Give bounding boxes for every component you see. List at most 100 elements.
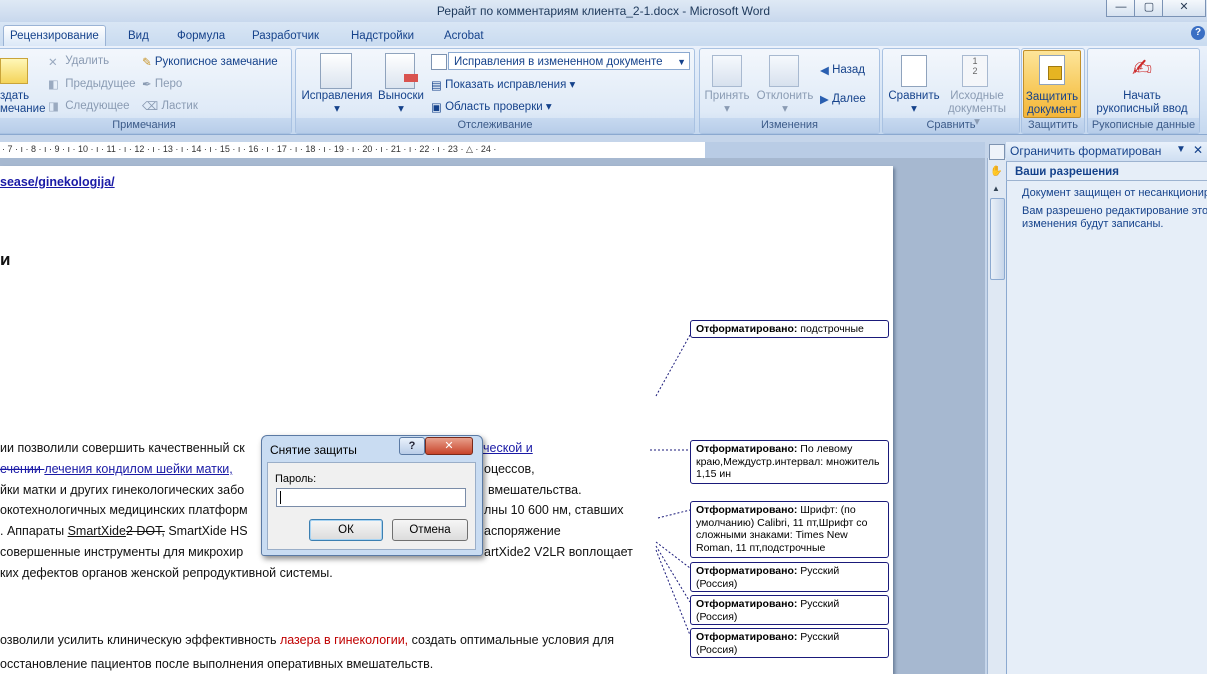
chevron-down-icon: ▼ <box>677 57 686 67</box>
scroll-thumb[interactable] <box>990 198 1005 280</box>
reviewing-pane-button[interactable]: ▣ Область проверки ▾ <box>431 99 552 114</box>
track-changes-icon <box>320 53 352 89</box>
group-protect-label: Защитить <box>1022 118 1084 133</box>
prev-comment-button[interactable]: ◧ Предыдущее <box>48 77 136 91</box>
arrow-right-icon: ▶ <box>820 94 829 106</box>
group-comments-label: Примечания <box>0 118 291 133</box>
tab-acrobat[interactable]: Acrobat <box>438 26 490 46</box>
doc-line-4-end: лны 10 600 нм, ставших <box>484 503 624 517</box>
pane-header: Ограничить форматирован ▼ ✕ <box>1006 142 1207 162</box>
doc-line-3: йки матки и других гинекологических забо <box>0 483 245 497</box>
hand-icon[interactable]: ✋ <box>990 166 1002 178</box>
previous-change-button[interactable]: ◀ Назад <box>820 63 865 77</box>
accept-icon <box>712 55 742 87</box>
pen-button[interactable]: ✒ Перо <box>142 77 182 91</box>
show-markup-icon: ▤ <box>431 79 442 92</box>
next-comment-button[interactable]: ◨ Следующее <box>48 99 130 113</box>
compare-icon <box>901 55 927 87</box>
reject-button[interactable]: Отклонить ▾ <box>756 90 814 116</box>
start-inking-button[interactable]: Начать рукописный ввод <box>1090 90 1194 116</box>
balloons-icon <box>385 53 418 89</box>
balloons-button[interactable]: Выноски ▾ <box>376 90 426 116</box>
ok-button[interactable]: ОК <box>309 519 383 541</box>
dialog-body: Пароль: ОК Отмена <box>267 462 476 550</box>
ink-comment-icon: ✎ <box>142 57 152 69</box>
pane-close-icon[interactable]: ✕ <box>1193 143 1203 157</box>
close-button[interactable]: ✕ <box>1162 0 1206 17</box>
ink-comment-button[interactable]: ✎ Рукописное замечание <box>142 55 278 69</box>
dialog-close-button[interactable]: ✕ <box>425 437 473 455</box>
doc-line-6: совершенные инструменты для микрохир <box>0 545 244 559</box>
tab-developer[interactable]: Разработчик <box>246 26 325 46</box>
format-balloon[interactable]: Отформатировано: подстрочные <box>690 320 889 338</box>
doc-heading: и <box>0 250 11 269</box>
show-markup-button[interactable]: ▤ Показать исправления ▾ <box>431 77 575 92</box>
minimize-button[interactable]: — <box>1106 0 1136 17</box>
track-changes-button[interactable]: Исправления ▾ <box>301 90 373 116</box>
pane-menu-icon[interactable]: ▼ <box>1176 144 1186 155</box>
group-tracking-label: Отслеживание <box>296 118 694 133</box>
permissions-heading: Ваши разрешения <box>1015 166 1119 178</box>
ink-pen-icon: ✍ <box>1131 55 1153 82</box>
format-balloon[interactable]: Отформатировано: Русский (Россия) <box>690 562 889 592</box>
doc-line-5-end: аспоряжение <box>484 524 561 538</box>
source-documents-icon: 12 <box>962 55 988 87</box>
permissions-line-1: Документ защищен от несанкционир <box>1022 187 1207 199</box>
permissions-line-3: изменения будут записаны. <box>1022 218 1164 230</box>
reject-icon <box>769 55 799 87</box>
permissions-line-2: Вам разрешено редактирование это <box>1022 205 1207 217</box>
display-review-icon <box>431 54 447 70</box>
group-ink-label: Рукописные данные <box>1088 118 1199 133</box>
scroll-up-icon[interactable]: ▲ <box>990 184 1002 194</box>
vertical-scrollbar[interactable]: ✋ ▲ <box>987 158 1006 674</box>
help-icon[interactable]: ? <box>1191 26 1205 40</box>
doc-line-5: . Аппараты SmartXide2 DOT, SmartXide HS <box>0 524 248 538</box>
delete-comment-button[interactable]: ✕ Удалить <box>48 55 109 69</box>
doc-line-1: ии позволили совершить качественный ск <box>0 441 245 455</box>
format-balloon[interactable]: Отформатировано: Шрифт: (по умолчанию) C… <box>690 501 889 558</box>
reviewing-pane-icon: ▣ <box>431 101 442 114</box>
ruler-toggle-icon[interactable] <box>989 144 1005 160</box>
prev-comment-icon: ◧ <box>48 79 59 91</box>
dialog-title: Снятие защиты <box>270 443 357 457</box>
doc-line-4: окотехнологичных медицинских платформ <box>0 503 248 517</box>
maximize-button[interactable]: ▢ <box>1134 0 1164 17</box>
format-balloon[interactable]: Отформатировано: Русский (Россия) <box>690 595 889 625</box>
pane-title: Ограничить форматирован <box>1010 144 1162 158</box>
display-for-review-select[interactable]: Исправления в измененном документе ▼ <box>448 52 690 70</box>
password-label: Пароль: <box>275 473 317 485</box>
window-title: Рерайт по комментариям клиента_2-1.docx … <box>436 4 771 18</box>
new-comment-icon <box>0 58 28 84</box>
tab-formula[interactable]: Формула <box>171 26 231 46</box>
password-field[interactable] <box>276 488 466 507</box>
doc-link-line[interactable]: sease/ginekologija/ <box>0 175 115 189</box>
tab-review[interactable]: Рецензирование <box>3 25 106 46</box>
ribbon-tabs: Рецензирование Вид Формула Разработчик Н… <box>0 22 1207 46</box>
doc-line-2-end: оцессов, <box>484 462 535 476</box>
protect-document-button[interactable]: Защитить документ <box>1023 50 1081 118</box>
cancel-button[interactable]: Отмена <box>392 519 468 541</box>
ruler-margin <box>705 142 985 158</box>
pane-divider <box>1006 180 1207 181</box>
new-comment-button[interactable]: здать мечание <box>0 90 45 116</box>
accept-button[interactable]: Принять ▾ <box>703 90 751 116</box>
tab-view[interactable]: Вид <box>122 26 155 46</box>
doc-line-1-link[interactable]: ческой и <box>483 441 533 455</box>
tab-addins[interactable]: Надстройки <box>345 26 420 46</box>
pen-icon: ✒ <box>142 79 152 91</box>
source-documents-button[interactable]: Исходные документы ▾ <box>944 90 1010 129</box>
format-balloon[interactable]: Отформатировано: Русский (Россия) <box>690 628 889 658</box>
format-balloon[interactable]: Отформатировано: По левому краю,Междустр… <box>690 440 889 484</box>
text-cursor <box>280 491 281 504</box>
arrow-left-icon: ◀ <box>820 65 829 77</box>
next-change-button[interactable]: ▶ Далее <box>820 92 866 106</box>
compare-button[interactable]: Сравнить ▾ <box>885 90 943 116</box>
doc-line-2: ечении лечения кондилом шейки матки, <box>0 462 233 476</box>
eraser-icon: ⌫ <box>142 101 159 113</box>
eraser-button[interactable]: ⌫ Ластик <box>142 99 198 113</box>
dialog-help-button[interactable]: ? <box>399 437 425 455</box>
protect-lock-icon <box>1039 55 1065 85</box>
doc-line-6-end: artXide2 V2LR воплощает <box>484 545 633 559</box>
horizontal-ruler[interactable]: · 7 · ı · 8 · ı · 9 · ı · 10 · ı · 11 · … <box>0 142 705 159</box>
next-comment-icon: ◨ <box>48 101 59 113</box>
